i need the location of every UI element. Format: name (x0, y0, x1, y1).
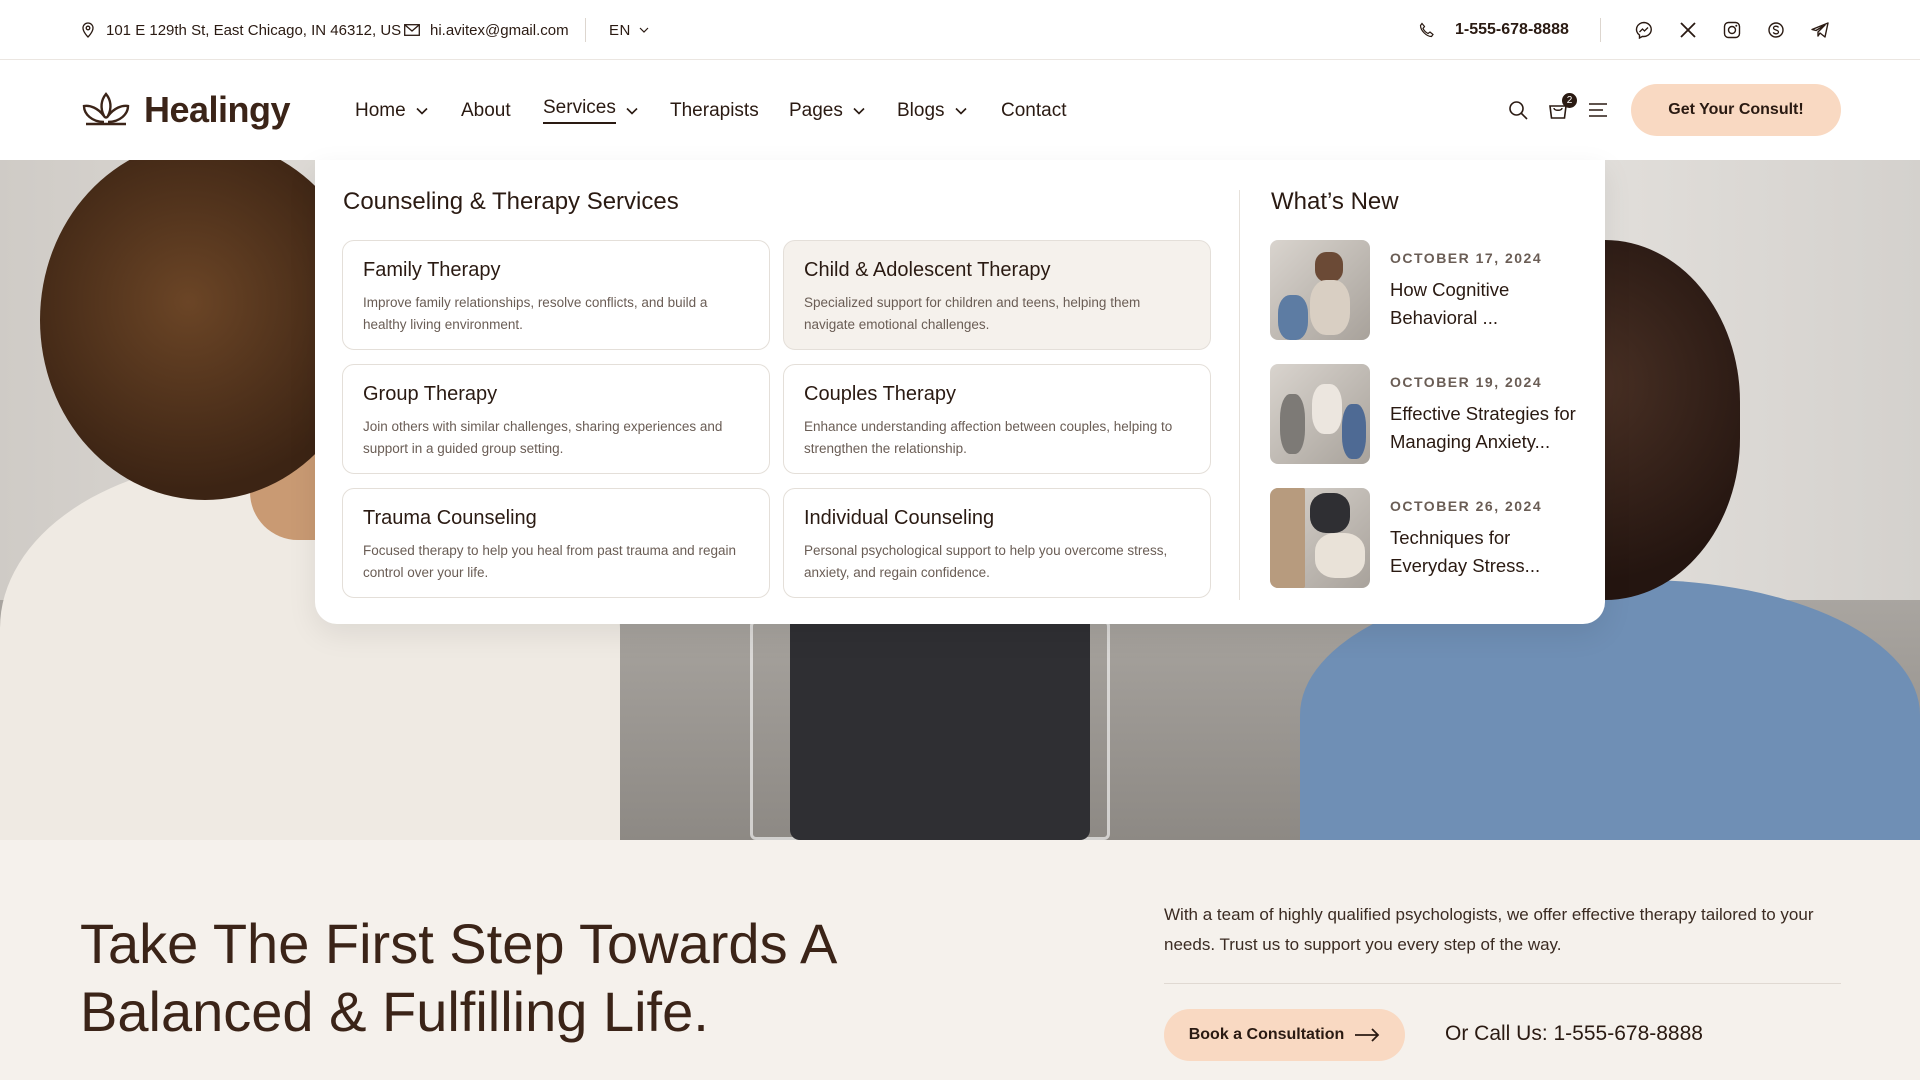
nav-label: Pages (789, 99, 843, 121)
service-title: Individual Counseling (804, 507, 995, 529)
mail-icon (404, 22, 420, 38)
book-consultation-button[interactable]: Book a Consultation (1164, 1009, 1405, 1061)
search-icon[interactable] (1507, 99, 1529, 121)
service-card-family-therapy[interactable]: Family Therapy Improve family relationsh… (342, 240, 770, 350)
address: 101 E 129th St, East Chicago, IN 46312, … (80, 0, 401, 60)
book-consultation-label: Book a Consultation (1188, 1026, 1345, 1043)
email-text[interactable]: hi.avitex@gmail.com (430, 22, 569, 39)
telegram-icon[interactable] (1809, 19, 1831, 41)
x-icon[interactable] (1677, 19, 1699, 41)
nav-label: Blogs (897, 99, 945, 121)
location-pin-icon (80, 22, 96, 38)
intro-headline: Take The First Step Towards A Balanced &… (80, 912, 835, 1043)
main-header: Healingy Home About Services Therapists … (0, 61, 1920, 160)
cart-icon[interactable]: 2 (1547, 93, 1577, 121)
service-card-group-therapy[interactable]: Group Therapy Join others with similar c… (342, 364, 770, 474)
service-title: Couples Therapy (804, 383, 956, 405)
phone-icon (1419, 22, 1435, 38)
service-desc: Join others with similar challenges, sha… (363, 419, 723, 456)
news-item[interactable]: OCTOBER 17, 2024 How Cognitive Behaviora… (1270, 240, 1590, 340)
news-title[interactable]: Effective Strategies for Managing Anxiet… (1390, 400, 1590, 456)
news-thumbnail[interactable] (1270, 240, 1370, 340)
address-text: 101 E 129th St, East Chicago, IN 46312, … (106, 21, 402, 39)
nav-label: Therapists (670, 99, 759, 121)
chevron-down-icon (416, 107, 428, 115)
nav-label: Contact (1001, 99, 1067, 121)
get-consult-button[interactable]: Get Your Consult! (1631, 84, 1841, 136)
menu-divider (1239, 190, 1240, 600)
services-mega-menu: Counseling & Therapy Services Family The… (315, 160, 1605, 624)
nav-about[interactable]: About (461, 61, 511, 160)
news-title[interactable]: How Cognitive Behavioral ... (1390, 276, 1590, 332)
news-title[interactable]: Techniques for Everyday Stress... (1390, 524, 1590, 580)
nav-therapists[interactable]: Therapists (670, 61, 759, 160)
service-card-trauma-counseling[interactable]: Trauma Counseling Focused therapy to hel… (342, 488, 770, 598)
service-card-individual-counseling[interactable]: Individual Counseling Personal psycholog… (783, 488, 1211, 598)
instagram-icon[interactable] (1721, 19, 1743, 41)
arrow-right-icon (1355, 1028, 1380, 1042)
skype-icon[interactable] (1765, 19, 1787, 41)
top-bar: 101 E 129th St, East Chicago, IN 46312, … (0, 0, 1920, 60)
services-heading: Counseling & Therapy Services (343, 188, 679, 215)
news-date: OCTOBER 26, 2024 (1390, 498, 1543, 514)
intro-description: With a team of highly qualified psycholo… (1164, 905, 1814, 954)
nav-label: About (461, 99, 511, 121)
service-desc: Specialized support for children and tee… (804, 295, 1141, 332)
nav-label: Services (543, 97, 616, 124)
news-date: OCTOBER 19, 2024 (1390, 374, 1543, 390)
nav-home[interactable]: Home (355, 61, 428, 160)
news-thumbnail[interactable] (1270, 488, 1370, 588)
lotus-icon (82, 92, 130, 126)
nav-blogs[interactable]: Blogs (897, 61, 967, 160)
messenger-icon[interactable] (1633, 19, 1655, 41)
logo[interactable]: Healingy (80, 89, 291, 131)
service-desc: Focused therapy to help you heal from pa… (363, 543, 736, 580)
logo-text: Healingy (144, 89, 291, 130)
service-title: Child & Adolescent Therapy (804, 259, 1051, 281)
nav-label: Home (355, 99, 406, 121)
language-label: EN (609, 21, 631, 39)
service-title: Trauma Counseling (363, 507, 537, 529)
nav-contact[interactable]: Contact (1001, 61, 1066, 160)
intro-divider (1164, 983, 1841, 984)
phone-number[interactable]: 1-555-678-8888 (1455, 21, 1569, 39)
chevron-down-icon (639, 27, 649, 33)
hero-person-center (790, 600, 1090, 840)
chevron-down-icon (626, 107, 638, 115)
menu-icon[interactable] (1587, 99, 1609, 121)
news-thumbnail[interactable] (1270, 364, 1370, 464)
nav-services[interactable]: Services (543, 61, 638, 160)
service-desc: Improve family relationships, resolve co… (363, 295, 708, 332)
call-us-text[interactable]: Or Call Us: 1-555-678-8888 (1445, 1022, 1703, 1046)
service-desc: Enhance understanding affection between … (804, 419, 1173, 456)
whats-new-heading: What’s New (1271, 188, 1399, 215)
cart-count-badge: 2 (1562, 93, 1577, 108)
email[interactable]: hi.avitex@gmail.com (404, 0, 569, 60)
topbar-divider (585, 18, 586, 42)
phone[interactable]: 1-555-678-8888 (1419, 0, 1569, 60)
news-date: OCTOBER 17, 2024 (1390, 250, 1543, 266)
service-title: Family Therapy (363, 259, 501, 281)
chevron-down-icon (954, 107, 967, 115)
topbar-divider (1600, 18, 1601, 42)
nav-pages[interactable]: Pages (789, 61, 865, 160)
service-card-couples-therapy[interactable]: Couples Therapy Enhance understanding af… (783, 364, 1211, 474)
service-title: Group Therapy (363, 383, 498, 405)
news-item[interactable]: OCTOBER 19, 2024 Effective Strategies fo… (1270, 364, 1590, 464)
intro-section: Take The First Step Towards A Balanced &… (0, 840, 1920, 1080)
language-select[interactable]: EN (609, 0, 649, 60)
service-desc: Personal psychological support to help y… (804, 543, 1168, 580)
chevron-down-icon (853, 107, 865, 115)
news-item[interactable]: OCTOBER 26, 2024 Techniques for Everyday… (1270, 488, 1590, 588)
service-card-child-therapy[interactable]: Child & Adolescent Therapy Specialized s… (783, 240, 1211, 350)
